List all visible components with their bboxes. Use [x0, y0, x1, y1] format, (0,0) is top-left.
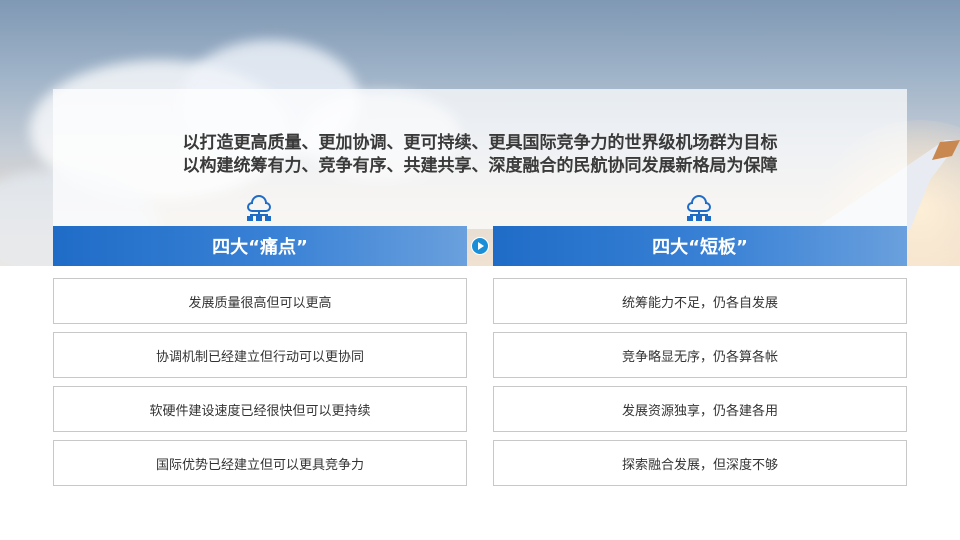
shortcoming-item: 探索融合发展，但深度不够 [493, 440, 907, 486]
play-icon[interactable] [471, 237, 489, 255]
pain-point-item: 国际优势已经建立但可以更具竞争力 [53, 440, 467, 486]
network-icon [247, 195, 271, 221]
network-icon [687, 195, 711, 221]
pain-point-item: 发展质量很高但可以更高 [53, 278, 467, 324]
shortcoming-item: 竞争略显无序，仍各算各帐 [493, 332, 907, 378]
headline: 以打造更高质量、更加协调、更可持续、更具国际竞争力的世界级机场群为目标 以构建统… [53, 132, 907, 178]
headline-line-1: 以打造更高质量、更加协调、更可持续、更具国际竞争力的世界级机场群为目标 [182, 133, 778, 153]
pain-point-item: 协调机制已经建立但行动可以更协同 [53, 332, 467, 378]
pain-points-header: 四大“痛点” [53, 226, 467, 266]
shortcoming-item: 发展资源独享，仍各建各用 [493, 386, 907, 432]
pain-point-item: 软硬件建设速度已经很快但可以更持续 [53, 386, 467, 432]
shortcoming-item: 统筹能力不足，仍各自发展 [493, 278, 907, 324]
shortcomings-header: 四大“短板” [493, 226, 907, 266]
headline-line-2: 以构建统筹有力、竞争有序、共建共享、深度融合的民航协同发展新格局为保障 [182, 156, 778, 176]
